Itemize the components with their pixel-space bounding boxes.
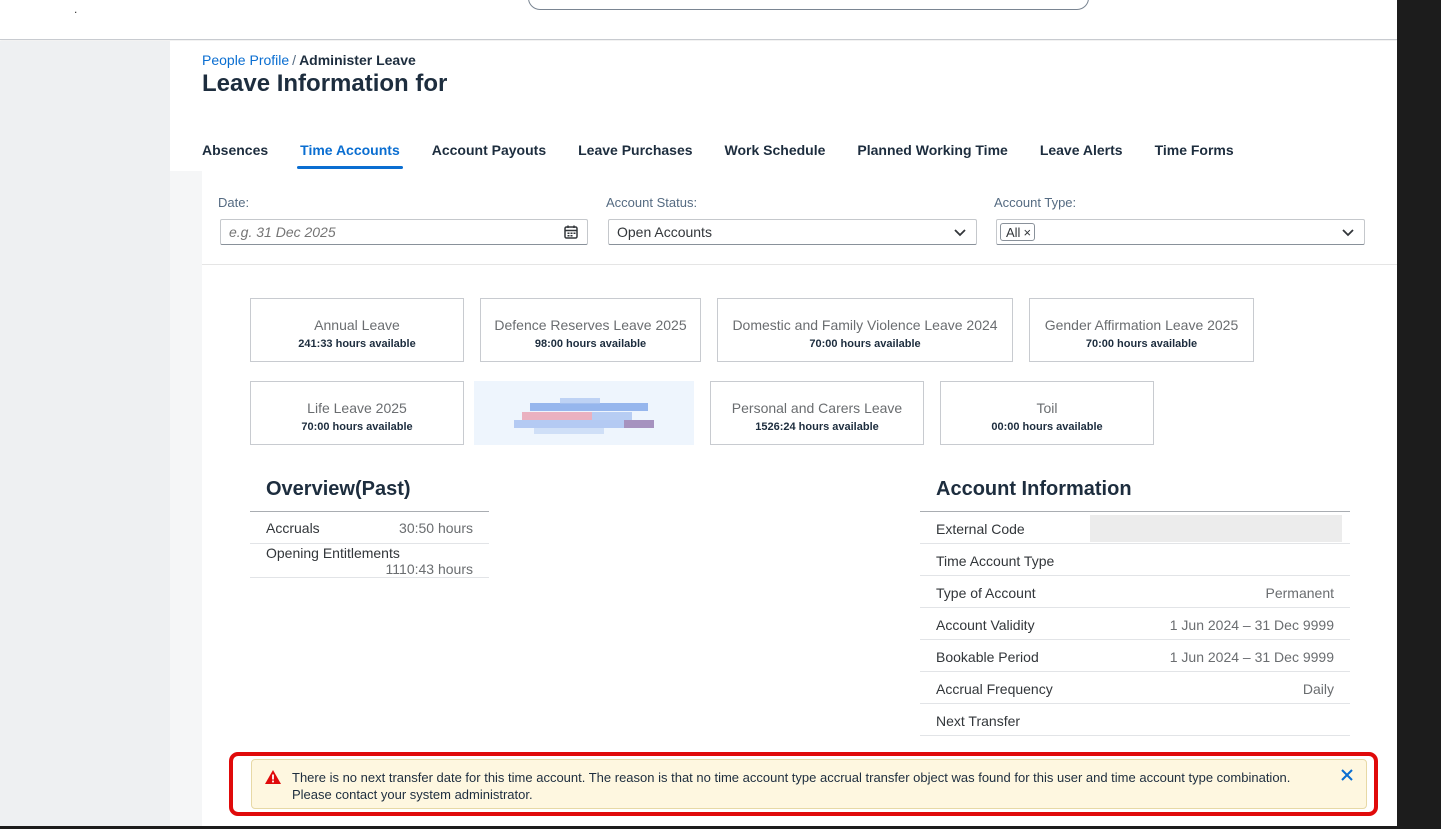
breadcrumb-separator: / — [292, 52, 297, 68]
time-accounts-panel: Date: Account Status: Open Acc — [202, 171, 1397, 826]
account-status-filter: Account Status: Open Accounts — [606, 195, 977, 245]
account-type-select[interactable]: All × — [996, 219, 1365, 245]
tile-name: Domestic and Family Violence Leave 2024 — [732, 317, 998, 333]
tile-value: 00:00 hours available — [991, 421, 1103, 433]
table-row: Account Validity 1 Jun 2024 – 31 Dec 999… — [920, 608, 1350, 640]
row-value: Permanent — [1265, 585, 1334, 601]
chevron-down-icon[interactable] — [952, 224, 968, 240]
tile-name: Defence Reserves Leave 2025 — [494, 317, 687, 333]
search-field[interactable] — [528, 0, 1089, 10]
shell-dot: . — [74, 2, 78, 16]
breadcrumb-people-profile-link[interactable]: People Profile — [202, 52, 289, 68]
account-status-select[interactable]: Open Accounts — [608, 219, 977, 245]
table-row: Accruals 30:50 hours — [250, 512, 489, 544]
date-field[interactable] — [220, 219, 588, 245]
row-key: Bookable Period — [936, 649, 1039, 665]
row-value: 30:50 hours — [399, 520, 473, 536]
tile-name: Gender Affirmation Leave 2025 — [1044, 317, 1239, 333]
row-key: Time Account Type — [936, 553, 1055, 569]
tab-account-payouts[interactable]: Account Payouts — [432, 139, 546, 169]
filter-bar: Date: Account Status: Open Acc — [202, 171, 1397, 265]
row-key: Accruals — [266, 520, 320, 536]
tab-time-accounts[interactable]: Time Accounts — [297, 139, 403, 169]
row-key: Opening Entitlements — [266, 545, 400, 561]
calendar-icon[interactable] — [563, 224, 579, 240]
table-row: Opening Entitlements 1110:43 hours — [250, 544, 489, 578]
tile-value: 98:00 hours available — [534, 338, 647, 350]
date-label: Date: — [218, 195, 250, 210]
breadcrumb: People Profile / Administer Leave — [202, 52, 416, 68]
overview-table: Accruals 30:50 hours Opening Entitlement… — [250, 511, 489, 578]
account-info-title: Account Information — [936, 478, 1132, 500]
leave-tile[interactable]: Life Leave 2025 70:00 hours available — [250, 381, 464, 445]
row-value: 1 Jun 2024 – 31 Dec 9999 — [1169, 617, 1334, 633]
tile-value: 241:33 hours available — [298, 338, 416, 350]
table-row: Bookable Period 1 Jun 2024 – 31 Dec 9999 — [920, 640, 1350, 672]
account-type-token[interactable]: All × — [1000, 223, 1036, 241]
row-value: 1110:43 hours — [385, 561, 473, 577]
token-remove-icon[interactable]: × — [1023, 225, 1031, 240]
tile-name: Toil — [1036, 400, 1058, 416]
row-value: Daily — [1302, 681, 1334, 697]
row-key: Account Validity — [936, 617, 1035, 633]
row-key: Accrual Frequency — [936, 681, 1053, 697]
dark-side-strip — [1397, 0, 1441, 829]
tab-leave-purchases[interactable]: Leave Purchases — [578, 139, 692, 169]
tile-name: Life Leave 2025 — [307, 400, 407, 416]
table-row: Time Account Type — [920, 544, 1350, 576]
tile-value: 70:00 hours available — [809, 338, 921, 350]
shell-bar: . — [0, 0, 1397, 40]
table-row: Accrual Frequency Daily — [920, 672, 1350, 704]
account-status-label: Account Status: — [606, 195, 698, 210]
table-row: Next Transfer — [920, 704, 1350, 736]
leave-tile[interactable]: Defence Reserves Leave 2025 98:00 hours … — [480, 298, 701, 362]
tab-time-forms[interactable]: Time Forms — [1155, 139, 1234, 169]
date-filter: Date: — [218, 195, 588, 245]
table-row: External Code — [920, 512, 1350, 544]
highlight-outline — [229, 752, 1378, 816]
redacted-pixelation — [514, 398, 654, 434]
leave-tile[interactable]: Gender Affirmation Leave 2025 70:00 hour… — [1029, 298, 1254, 362]
leave-tile[interactable]: Personal and Carers Leave 1526:24 hours … — [710, 381, 924, 445]
token-label: All — [1006, 224, 1021, 240]
tab-work-schedule[interactable]: Work Schedule — [725, 139, 826, 169]
tab-absences[interactable]: Absences — [202, 139, 268, 169]
breadcrumb-current: Administer Leave — [299, 52, 416, 68]
account-type-filter: Account Type: All × — [994, 195, 1365, 245]
table-row: Type of Account Permanent — [920, 576, 1350, 608]
left-panel — [0, 41, 170, 826]
tile-name: Annual Leave — [314, 317, 400, 333]
row-key: Next Transfer — [936, 713, 1021, 729]
row-value: 1 Jun 2024 – 31 Dec 9999 — [1169, 649, 1334, 665]
tab-leave-alerts[interactable]: Leave Alerts — [1040, 139, 1123, 169]
page-title: Leave Information for — [202, 70, 448, 97]
leave-tile[interactable]: Annual Leave 241:33 hours available — [250, 298, 464, 362]
external-code-redacted — [1090, 515, 1342, 542]
chevron-down-icon[interactable] — [1340, 224, 1356, 240]
tile-value: 70:00 hours available — [301, 421, 413, 433]
tab-bar: Absences Time Accounts Account Payouts L… — [202, 139, 1234, 169]
tile-value: 70:00 hours available — [1085, 338, 1198, 350]
row-key: Type of Account — [936, 585, 1036, 601]
leave-tile[interactable]: Toil 00:00 hours available — [940, 381, 1154, 445]
content-area: People Profile / Administer Leave Leave In… — [170, 41, 1397, 826]
overview-title: Overview(Past) — [266, 478, 411, 500]
account-status-value: Open Accounts — [617, 224, 712, 240]
leave-tile[interactable]: Domestic and Family Violence Leave 2024 … — [717, 298, 1013, 362]
account-info-table: External Code Time Account Type Type of … — [920, 511, 1350, 736]
redacted-leave-tile[interactable] — [474, 381, 694, 445]
account-type-label: Account Type: — [994, 195, 1077, 210]
tab-planned-working-time[interactable]: Planned Working Time — [857, 139, 1007, 169]
tile-name: Personal and Carers Leave — [731, 400, 903, 416]
row-key: External Code — [936, 521, 1025, 537]
tile-value: 1526:24 hours available — [755, 421, 879, 433]
date-input[interactable] — [229, 224, 552, 240]
